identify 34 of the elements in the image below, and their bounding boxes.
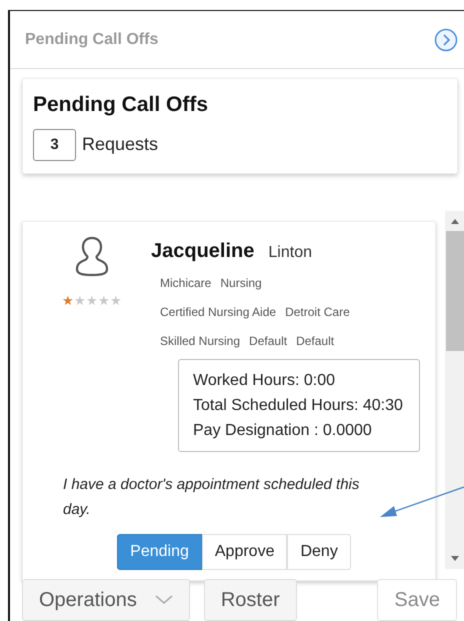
status-button[interactable]: Pending bbox=[117, 534, 202, 570]
scrollbar[interactable] bbox=[445, 210, 464, 568]
tag-label: Nursing bbox=[220, 276, 262, 290]
tag-label: Detroit Care bbox=[285, 304, 350, 318]
reason-text: I have a doctor's appointment scheduled this day. bbox=[63, 474, 360, 520]
count-box: 3 bbox=[33, 128, 76, 160]
tag-label: Michicare bbox=[160, 276, 212, 290]
tag-label: Default bbox=[249, 334, 288, 348]
chevron-down-icon bbox=[154, 595, 173, 606]
empty-star-icon: ★ bbox=[110, 292, 122, 308]
status-button[interactable]: Deny bbox=[287, 534, 351, 570]
person-icon bbox=[75, 236, 109, 278]
status-button[interactable]: Approve bbox=[202, 534, 288, 570]
empty-star-icon: ★ bbox=[98, 292, 110, 308]
tag-label: Certified Nursing Aide bbox=[160, 304, 276, 318]
hours-line: Worked Hours: 0:00 bbox=[193, 370, 336, 390]
filled-star-icon: ★ bbox=[62, 292, 74, 308]
tag-label: Skilled Nursing bbox=[160, 334, 240, 348]
empty-star-icon: ★ bbox=[86, 292, 98, 308]
scroll-up-icon[interactable] bbox=[450, 216, 460, 224]
hours-line: Pay Designation : 0.0000 bbox=[193, 420, 373, 440]
tag-label: Default bbox=[296, 334, 334, 348]
hours-line: Total Scheduled Hours: 40:30 bbox=[193, 396, 404, 416]
panel-title: Pending Call Offs bbox=[25, 30, 158, 50]
card-title: Pending Call Offs bbox=[33, 92, 210, 118]
scroll-down-icon[interactable] bbox=[450, 554, 460, 562]
count-label: Requests bbox=[82, 133, 158, 156]
empty-star-icon: ★ bbox=[74, 292, 86, 308]
first-name: Jacqueline bbox=[151, 238, 254, 264]
last-name: Linton bbox=[268, 242, 312, 262]
footer-button[interactable]: Roster bbox=[204, 578, 297, 620]
chevron-right-icon[interactable] bbox=[434, 28, 458, 52]
operations-dropdown[interactable]: Operations bbox=[22, 578, 190, 620]
scroll-thumb[interactable] bbox=[446, 230, 464, 350]
